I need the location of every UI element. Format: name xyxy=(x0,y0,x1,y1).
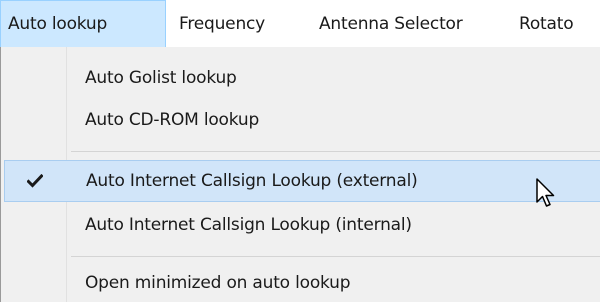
menu-frequency-label: Frequency xyxy=(179,14,266,34)
menu-rotator-label: Rotato xyxy=(519,14,574,34)
menu-auto-lookup-label: Auto lookup xyxy=(8,14,108,34)
mouse-pointer-icon xyxy=(536,178,555,207)
menu-antenna-selector[interactable]: Antenna Selector xyxy=(307,0,511,48)
menu-item-label: Auto Internet Callsign Lookup (internal) xyxy=(85,215,412,235)
menu-bar: Auto lookup Frequency Antenna Selector R… xyxy=(0,0,600,48)
menu-antenna-selector-label: Antenna Selector xyxy=(319,14,463,34)
menu-rotator[interactable]: Rotato xyxy=(511,0,600,48)
menu-item-label: Auto Golist lookup xyxy=(85,68,237,88)
menu-frequency[interactable]: Frequency xyxy=(166,0,307,48)
menu-separator xyxy=(71,256,600,257)
application-window: Auto lookup Frequency Antenna Selector R… xyxy=(0,0,600,302)
auto-lookup-dropdown: Auto Golist lookup Auto CD-ROM lookup Au… xyxy=(0,47,600,302)
menu-auto-lookup[interactable]: Auto lookup xyxy=(0,0,166,48)
menu-item-auto-internet-lookup-external[interactable]: Auto Internet Callsign Lookup (external) xyxy=(4,160,600,202)
checkmark-icon xyxy=(5,161,65,201)
menu-item-auto-golist-lookup[interactable]: Auto Golist lookup xyxy=(6,58,600,98)
menu-item-auto-internet-lookup-internal[interactable]: Auto Internet Callsign Lookup (internal) xyxy=(6,205,600,245)
menu-separator xyxy=(71,151,600,152)
menu-item-label: Open minimized on auto lookup xyxy=(85,273,351,293)
menu-item-label: Auto CD-ROM lookup xyxy=(85,110,260,130)
menu-item-auto-cdrom-lookup[interactable]: Auto CD-ROM lookup xyxy=(6,100,600,140)
menu-item-open-minimized-on-auto-lookup[interactable]: Open minimized on auto lookup xyxy=(6,263,600,302)
menu-item-label: Auto Internet Callsign Lookup (external) xyxy=(86,171,418,191)
